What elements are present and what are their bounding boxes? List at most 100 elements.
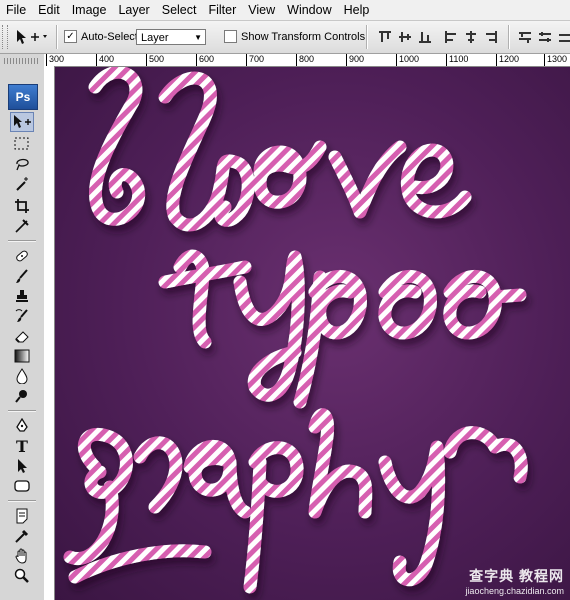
magic-wand-tool[interactable] xyxy=(10,174,34,194)
vertical-ruler[interactable] xyxy=(44,66,55,600)
shape-tool[interactable] xyxy=(10,476,34,496)
ruler-tick: 1100 xyxy=(446,54,468,66)
move-tool-icon xyxy=(14,115,31,128)
checkbox-checked-icon: ✓ xyxy=(64,30,77,43)
show-transform-controls-checkbox[interactable]: Show Transform Controls xyxy=(224,30,365,43)
rounded-rectangle-icon xyxy=(14,480,30,492)
menu-view[interactable]: View xyxy=(242,3,281,17)
menu-image[interactable]: Image xyxy=(66,3,113,17)
pen-tool[interactable] xyxy=(10,416,34,436)
eraser-tool[interactable] xyxy=(10,326,34,346)
watermark: 查字典 教程网 jiaocheng.chazidian.com xyxy=(465,566,564,596)
tools-panel-grip[interactable] xyxy=(4,58,40,64)
options-bar: ✓ Auto-Select: Layer ▼ Show Transform Co… xyxy=(0,21,570,54)
menu-filter[interactable]: Filter xyxy=(202,3,242,17)
crop-icon xyxy=(15,199,29,213)
separator xyxy=(8,240,36,242)
separator xyxy=(8,410,36,412)
history-brush-tool[interactable] xyxy=(10,306,34,326)
tools-panel: Ps T xyxy=(0,54,45,600)
rectangular-marquee-icon xyxy=(14,137,29,150)
pen-nib-icon xyxy=(16,418,28,432)
menu-window[interactable]: Window xyxy=(281,3,337,17)
photoshop-logo[interactable]: Ps xyxy=(8,84,38,110)
options-bar-grip[interactable] xyxy=(2,25,8,49)
align-bottom-edges-icon[interactable] xyxy=(418,30,432,44)
move-tool-icon xyxy=(17,30,47,44)
align-vertical-centers-icon[interactable] xyxy=(398,30,412,44)
hand-tool[interactable] xyxy=(10,546,34,566)
menu-layer[interactable]: Layer xyxy=(112,3,155,17)
menu-file[interactable]: File xyxy=(0,3,32,17)
magic-wand-icon xyxy=(16,177,28,191)
slice-icon xyxy=(15,219,29,233)
marquee-tool[interactable] xyxy=(10,134,34,154)
separator xyxy=(8,500,36,502)
ruler-tick: 600 xyxy=(196,54,214,66)
path-selection-arrow-icon xyxy=(18,459,27,473)
auto-select-checkbox[interactable]: ✓ Auto-Select: xyxy=(64,30,141,43)
move-tool[interactable] xyxy=(10,112,34,132)
hand-icon xyxy=(15,548,27,564)
eyedropper-tool[interactable] xyxy=(10,526,34,546)
brush-icon xyxy=(16,269,28,283)
watermark-url: jiaocheng.chazidian.com xyxy=(465,586,564,596)
menu-bar: File Edit Image Layer Select Filter View… xyxy=(0,0,570,21)
blur-tool[interactable] xyxy=(10,366,34,386)
stamp-icon xyxy=(16,290,28,302)
healing-brush-tool[interactable] xyxy=(10,246,34,266)
menu-edit[interactable]: Edit xyxy=(32,3,66,17)
lasso-icon xyxy=(16,158,29,171)
distribute-bottom-edges-icon[interactable] xyxy=(558,30,570,44)
bandage-icon xyxy=(16,250,28,262)
distribute-vertical-centers-icon[interactable] xyxy=(538,30,552,44)
ruler-tick: 300 xyxy=(46,54,64,66)
tool-preset-picker[interactable] xyxy=(14,28,48,46)
type-tool[interactable]: T xyxy=(10,436,34,456)
align-left-edges-icon[interactable] xyxy=(444,30,458,44)
ruler-tick: 1200 xyxy=(496,54,519,66)
ruler-tick: 500 xyxy=(146,54,164,66)
auto-select-value: Layer xyxy=(141,32,169,44)
eraser-icon xyxy=(15,331,29,343)
type-t-icon: T xyxy=(16,436,28,456)
document-canvas[interactable]: 查字典 教程网 jiaocheng.chazidian.com xyxy=(55,67,570,600)
clone-stamp-tool[interactable] xyxy=(10,286,34,306)
history-brush-icon xyxy=(15,309,28,322)
horizontal-ruler[interactable]: 300 400 500 600 700 800 900 1000 1100 12… xyxy=(44,54,570,67)
chevron-down-icon: ▼ xyxy=(194,33,202,42)
crop-tool[interactable] xyxy=(10,196,34,216)
eyedropper-slice-tool[interactable] xyxy=(10,216,34,236)
path-selection-tool[interactable] xyxy=(10,456,34,476)
menu-help[interactable]: Help xyxy=(338,3,376,17)
ruler-tick: 700 xyxy=(246,54,264,66)
auto-select-label: Auto-Select: xyxy=(81,30,141,43)
notes-tool[interactable] xyxy=(10,506,34,526)
show-transform-controls-label: Show Transform Controls xyxy=(241,30,366,43)
gradient-tool[interactable] xyxy=(10,346,34,366)
menu-select[interactable]: Select xyxy=(156,3,203,17)
dodge-icon xyxy=(15,390,27,403)
blur-drop-icon xyxy=(16,368,28,384)
checkbox-unchecked-icon xyxy=(224,30,237,43)
lasso-tool[interactable] xyxy=(10,154,34,174)
zoom-tool[interactable] xyxy=(10,566,34,586)
magnifier-icon xyxy=(14,568,29,583)
ruler-tick: 900 xyxy=(346,54,364,66)
dodge-tool[interactable] xyxy=(10,386,34,406)
align-right-edges-icon[interactable] xyxy=(484,30,498,44)
separator xyxy=(56,25,58,49)
candy-cane-typography-artwork xyxy=(63,67,528,594)
auto-select-dropdown[interactable]: Layer ▼ xyxy=(136,29,206,45)
ruler-tick: 1000 xyxy=(396,54,419,66)
eyedropper-icon xyxy=(15,529,29,543)
align-horizontal-centers-icon[interactable] xyxy=(464,30,478,44)
note-icon xyxy=(16,508,28,524)
brush-tool[interactable] xyxy=(10,266,34,286)
separator xyxy=(366,25,368,49)
align-top-edges-icon[interactable] xyxy=(378,30,392,44)
distribute-top-edges-icon[interactable] xyxy=(518,30,532,44)
ruler-tick: 400 xyxy=(96,54,114,66)
watermark-title: 查字典 教程网 xyxy=(469,568,564,584)
ruler-tick: 1300 xyxy=(544,54,567,66)
